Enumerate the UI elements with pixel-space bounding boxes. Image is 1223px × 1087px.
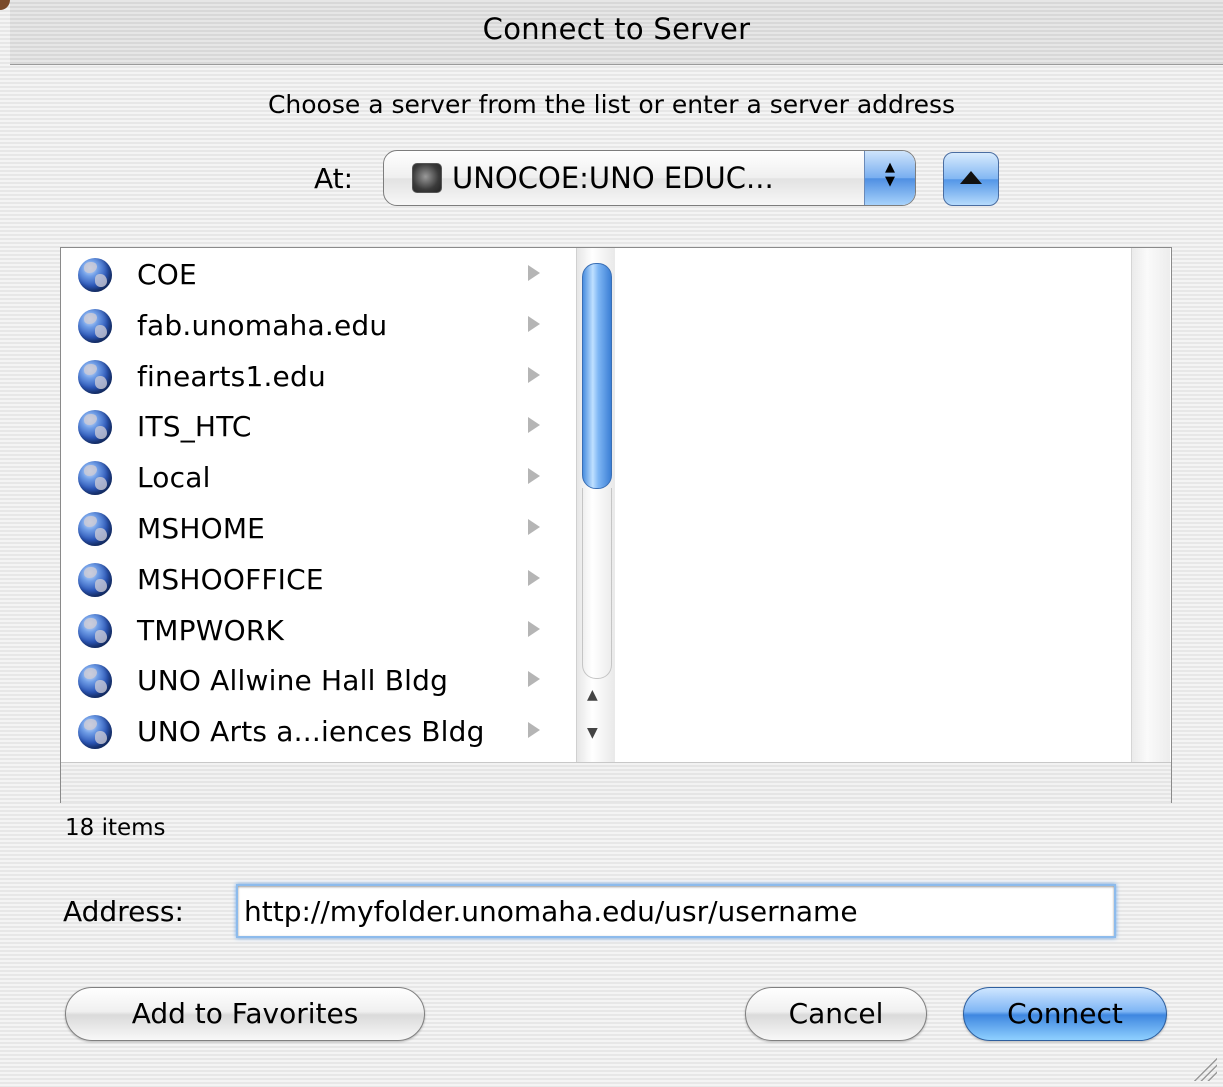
- disclosure-arrow-icon: [528, 569, 540, 586]
- list-item-label: MSHOME: [137, 512, 266, 545]
- list-item[interactable]: finearts1.edu: [61, 351, 576, 401]
- server-list-column: COE fab.unomaha.edu finearts1.edu ITS_HTC Lo…: [61, 248, 576, 762]
- scroll-up-arrow-icon[interactable]: ▲: [587, 688, 598, 702]
- list-item[interactable]: TMPWORK: [61, 605, 576, 655]
- scroll-track[interactable]: [582, 488, 612, 679]
- disclosure-arrow-icon: [528, 519, 540, 535]
- detail-column: [615, 248, 1131, 762]
- list-item-label: UNO Allwine Hall Bldg: [137, 664, 449, 698]
- server-volume-icon: [412, 163, 442, 193]
- list-item-label: COE: [137, 258, 197, 291]
- disclosure-arrow-icon: [528, 620, 540, 637]
- title-bar[interactable]: Connect to Server: [10, 0, 1223, 65]
- globe-icon: [78, 715, 112, 750]
- cancel-button[interactable]: Cancel: [745, 987, 927, 1041]
- list-item[interactable]: ITS_HTC: [61, 401, 576, 451]
- window-title: Connect to Server: [482, 12, 751, 46]
- disclosure-arrow-icon: [528, 315, 540, 332]
- disclosure-arrow-icon: [528, 265, 540, 281]
- address-field[interactable]: [236, 884, 1116, 938]
- list-item[interactable]: Local: [61, 452, 576, 502]
- disclosure-arrow-icon: [528, 417, 540, 434]
- list-item[interactable]: COE: [61, 249, 576, 299]
- list-item-label: MSHOOFFICE: [137, 562, 324, 596]
- address-input[interactable]: [244, 892, 1104, 930]
- list-item-label: ITS_HTC: [137, 410, 252, 444]
- list-item-label: finearts1.edu: [137, 359, 326, 393]
- instruction-text: Choose a server from the list or enter a…: [267, 90, 956, 119]
- list-item[interactable]: fab.unomaha.edu: [61, 300, 576, 350]
- horizontal-scroll-area[interactable]: [61, 762, 1171, 803]
- go-up-button[interactable]: [943, 152, 999, 206]
- globe-icon: [78, 562, 112, 597]
- globe-icon: [78, 461, 112, 496]
- window-corner: [0, 0, 10, 10]
- disclosure-arrow-icon: [528, 671, 540, 688]
- location-popup[interactable]: UNOCOE:UNO EDUC... ▲ ▼: [383, 150, 916, 206]
- disclosure-arrow-icon: [528, 722, 540, 739]
- list-item-label: fab.unomaha.edu: [137, 308, 388, 342]
- list-item[interactable]: MSHOOFFICE: [61, 554, 576, 604]
- globe-icon: [78, 512, 112, 546]
- globe-icon: [78, 258, 112, 292]
- globe-icon: [78, 664, 112, 699]
- disclosure-arrow-icon: [528, 366, 540, 383]
- list-item[interactable]: UNO Allwine Hall Bldg: [61, 655, 576, 705]
- scroll-thumb[interactable]: [582, 263, 612, 489]
- list-item-label: UNO Arts a...iences Bldg: [137, 715, 485, 749]
- globe-icon: [78, 359, 112, 394]
- popup-arrows-icon: ▲ ▼: [864, 151, 915, 205]
- list-item-label: Local: [137, 461, 211, 495]
- list-item[interactable]: MSHOME: [61, 503, 576, 553]
- globe-icon: [78, 308, 112, 343]
- server-list-scrollbar[interactable]: ▲ ▼: [576, 248, 616, 762]
- list-item[interactable]: UNO Arts a...iences Bldg: [61, 706, 576, 756]
- server-browser: COE fab.unomaha.edu finearts1.edu ITS_HTC Lo…: [60, 247, 1172, 803]
- resize-grip-icon[interactable]: [1191, 1055, 1217, 1081]
- globe-icon: [78, 613, 112, 648]
- address-label: Address:: [63, 895, 184, 928]
- list-item-label: TMPWORK: [137, 613, 285, 647]
- location-selected: UNOCOE:UNO EDUC...: [452, 161, 774, 195]
- location-label: At:: [314, 162, 354, 195]
- globe-icon: [78, 410, 112, 445]
- items-count: 18 items: [65, 815, 166, 841]
- detail-scrollbar[interactable]: [1131, 248, 1170, 762]
- disclosure-arrow-icon: [528, 468, 540, 485]
- scroll-down-arrow-icon[interactable]: ▼: [587, 726, 598, 740]
- connect-to-server-window: Connect to Server Choose a server from t…: [0, 0, 1223, 1087]
- connect-button[interactable]: Connect: [963, 987, 1167, 1041]
- add-to-favorites-button[interactable]: Add to Favorites: [65, 987, 425, 1041]
